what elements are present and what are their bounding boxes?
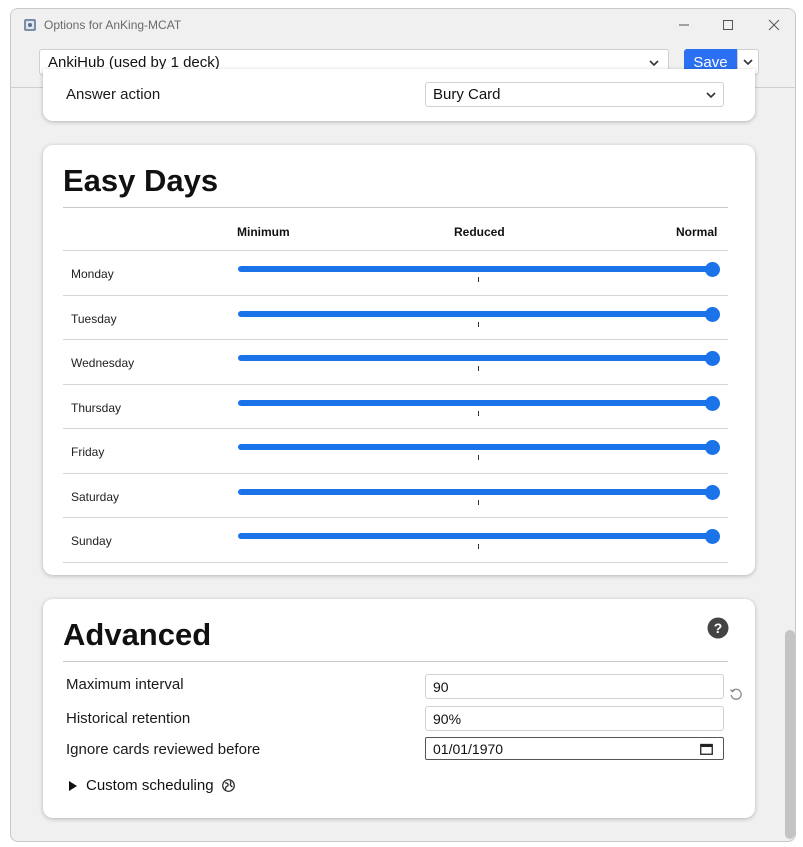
close-icon bbox=[768, 19, 780, 31]
easy-day-row-thursday: Thursday bbox=[63, 384, 728, 429]
easy-day-row-wednesday: Wednesday bbox=[63, 339, 728, 384]
historical-retention-value: 90% bbox=[433, 710, 462, 727]
maximum-interval-label: Maximum interval bbox=[66, 676, 184, 693]
column-normal: Normal bbox=[676, 225, 718, 239]
svg-text:?: ? bbox=[714, 620, 723, 636]
maximum-interval-input[interactable]: 90 bbox=[425, 674, 724, 699]
easy-day-slider-friday[interactable] bbox=[238, 444, 713, 450]
advanced-title: Advanced bbox=[63, 617, 212, 652]
chevron-down-icon bbox=[706, 92, 716, 99]
column-reduced: Reduced bbox=[454, 225, 505, 239]
window-title: Options for AnKing-MCAT bbox=[44, 18, 182, 32]
maximize-button[interactable] bbox=[705, 9, 751, 41]
chevron-down-icon bbox=[649, 60, 659, 67]
custom-scheduling-label: Custom scheduling bbox=[86, 777, 214, 794]
maximum-interval-value: 90 bbox=[433, 678, 449, 695]
day-label: Tuesday bbox=[71, 312, 117, 326]
slider-tick-reduced bbox=[478, 500, 479, 505]
close-button[interactable] bbox=[751, 9, 795, 41]
anki-app-icon bbox=[24, 19, 36, 31]
options-window: Options for AnKing-MCAT AnkiHub (used by… bbox=[10, 8, 796, 842]
advanced-section: Advanced ? Maximum interval 90 Historica… bbox=[43, 599, 755, 818]
day-label: Friday bbox=[71, 445, 105, 459]
easy-day-row-friday: Friday bbox=[63, 428, 728, 473]
divider bbox=[63, 207, 728, 208]
slider-tick-reduced bbox=[478, 322, 479, 327]
ignore-before-label: Ignore cards reviewed before bbox=[66, 741, 261, 758]
slider-tick-reduced bbox=[478, 411, 479, 416]
slider-tick-reduced bbox=[478, 455, 479, 460]
day-label: Saturday bbox=[71, 490, 120, 504]
help-icon[interactable]: ? bbox=[707, 617, 729, 639]
vertical-scrollbar[interactable] bbox=[785, 630, 795, 839]
slider-thumb[interactable] bbox=[705, 262, 720, 277]
slider-thumb[interactable] bbox=[705, 440, 720, 455]
slider-thumb[interactable] bbox=[705, 396, 720, 411]
title-bar: Options for AnKing-MCAT bbox=[11, 9, 795, 41]
easy-day-slider-wednesday[interactable] bbox=[238, 355, 713, 361]
day-label: Wednesday bbox=[71, 356, 135, 370]
slider-tick-reduced bbox=[478, 366, 479, 371]
burying-section: Answer action Bury Card bbox=[43, 69, 755, 121]
globe-icon[interactable] bbox=[221, 779, 235, 792]
easy-day-slider-saturday[interactable] bbox=[238, 489, 713, 495]
easy-day-row-tuesday: Tuesday bbox=[63, 295, 728, 340]
calendar-icon[interactable] bbox=[700, 743, 713, 755]
divider bbox=[63, 661, 728, 662]
ignore-before-value: 01/01/1970 bbox=[433, 740, 504, 757]
easy-day-slider-tuesday[interactable] bbox=[238, 311, 713, 317]
preset-select-value: AnkiHub (used by 1 deck) bbox=[48, 53, 220, 71]
day-label: Sunday bbox=[71, 534, 112, 548]
easy-day-row-sunday: Sunday bbox=[63, 517, 728, 562]
disclosure-triangle-icon bbox=[69, 780, 77, 791]
slider-thumb[interactable] bbox=[705, 351, 720, 366]
slider-thumb[interactable] bbox=[705, 485, 720, 500]
chevron-down-icon bbox=[743, 59, 753, 66]
slider-tick-reduced bbox=[478, 544, 479, 549]
slider-thumb[interactable] bbox=[705, 307, 720, 322]
minimize-icon bbox=[679, 24, 689, 26]
ignore-before-date-input[interactable]: 01/01/1970 bbox=[425, 737, 724, 760]
historical-retention-input[interactable]: 90% bbox=[425, 706, 724, 731]
easy-day-row-saturday: Saturday bbox=[63, 473, 728, 518]
minimize-button[interactable] bbox=[661, 9, 707, 41]
easy-day-slider-thursday[interactable] bbox=[238, 400, 713, 406]
slider-thumb[interactable] bbox=[705, 529, 720, 544]
revert-icon[interactable] bbox=[729, 687, 743, 701]
day-label: Monday bbox=[71, 267, 114, 281]
slider-tick-reduced bbox=[478, 277, 479, 282]
column-minimum: Minimum bbox=[237, 225, 290, 239]
historical-retention-label: Historical retention bbox=[66, 710, 191, 727]
answer-action-select[interactable]: Bury Card bbox=[425, 82, 724, 107]
maximize-icon bbox=[723, 20, 733, 30]
easy-day-slider-monday[interactable] bbox=[238, 266, 713, 272]
day-label: Thursday bbox=[71, 401, 122, 415]
divider bbox=[63, 562, 728, 563]
custom-scheduling-toggle[interactable]: Custom scheduling bbox=[69, 777, 235, 794]
easy-days-title: Easy Days bbox=[63, 163, 219, 198]
easy-day-row-monday: Monday bbox=[63, 250, 728, 295]
easy-day-slider-sunday[interactable] bbox=[238, 533, 713, 539]
easy-days-section: Easy Days Minimum Reduced Normal Monday … bbox=[43, 145, 755, 575]
answer-action-label: Answer action bbox=[66, 86, 161, 103]
answer-action-value: Bury Card bbox=[433, 86, 501, 103]
